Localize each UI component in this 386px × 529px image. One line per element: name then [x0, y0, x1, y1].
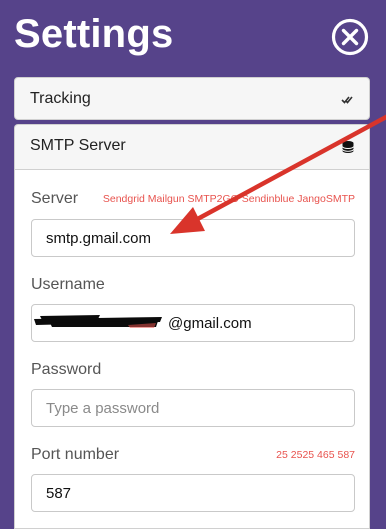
username-label: Username	[31, 276, 105, 293]
page-title: Settings	[14, 12, 174, 56]
close-icon[interactable]	[331, 18, 369, 56]
password-label: Password	[31, 361, 102, 378]
tracking-section-tab[interactable]: Tracking	[14, 77, 370, 120]
double-check-icon	[341, 96, 353, 104]
redaction-scribble	[34, 315, 162, 328]
server-input[interactable]	[31, 219, 355, 257]
port-input[interactable]	[31, 474, 355, 512]
database-icon	[342, 141, 354, 153]
port-label: Port number	[31, 446, 120, 463]
password-input[interactable]	[31, 389, 355, 427]
smtp-settings-panel: Server Sendgrid Mailgun SMTP2GO Sendinbl…	[14, 169, 370, 529]
server-hint: Sendgrid Mailgun SMTP2GO Sendinblue Jang…	[102, 193, 355, 205]
smtp-section-tab[interactable]: SMTP Server	[14, 124, 370, 170]
server-label: Server	[31, 190, 79, 207]
port-hint: 25 2525 465 587	[276, 449, 355, 461]
tracking-section-label: Tracking	[30, 90, 91, 107]
smtp-section-label: SMTP Server	[30, 137, 126, 154]
